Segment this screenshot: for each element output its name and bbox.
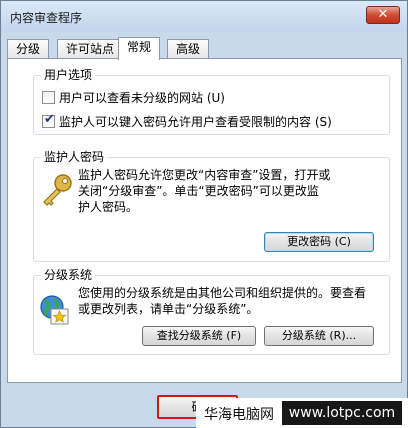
window-title: 内容审查程序 bbox=[10, 11, 83, 25]
supervisor-override-label: 监护人可以键入密码允许用户查看受限制的内容 (S) bbox=[59, 115, 332, 129]
close-icon: ✕ bbox=[377, 7, 389, 22]
tab-ratings[interactable]: 分级 bbox=[7, 39, 50, 59]
rating-systems-button[interactable]: 分级系统 (R)... bbox=[264, 326, 374, 346]
unrated-sites-checkbox[interactable] bbox=[42, 91, 55, 104]
find-rating-systems-button[interactable]: 查找分级系统 (F) bbox=[142, 326, 256, 346]
supervisor-password-group: 监护人密码 监护人密码允许您更改“内容审查”设置，打开或 关闭“分级审查”。单击… bbox=[33, 148, 390, 262]
globe-certificate-icon bbox=[40, 295, 69, 325]
supervisor-password-title: 监护人密码 bbox=[41, 148, 108, 165]
tab-advanced[interactable]: 高级 bbox=[167, 39, 210, 59]
rating-systems-group: 分级系统 您使用的分级系统是由其他公司和组织提供的。要查看 或更改列表，请单击“… bbox=[33, 266, 390, 355]
unrated-sites-checkbox-row[interactable]: 用户可以查看未分级的网站 (U) bbox=[42, 89, 225, 105]
close-button[interactable]: ✕ bbox=[366, 6, 400, 24]
user-options-group: 用户选项 用户可以查看未分级的网站 (U) ✔ 监护人可以键入密码允许用户查看受限… bbox=[33, 66, 390, 135]
checkmark-icon: ✔ bbox=[44, 112, 55, 127]
supervisor-password-description-line-3: 护人密码。 bbox=[78, 200, 139, 214]
unrated-sites-label: 用户可以查看未分级的网站 (U) bbox=[59, 91, 225, 105]
content-advisor-dialog: 内容审查程序 ✕ 分级 许可站点 常规 高级 用户选项 用户可以查看未分级的网站… bbox=[0, 0, 408, 428]
change-password-button[interactable]: 更改密码 (C) bbox=[264, 232, 374, 252]
user-options-title: 用户选项 bbox=[41, 66, 96, 83]
supervisor-override-checkbox-row[interactable]: ✔ 监护人可以键入密码允许用户查看受限制的内容 (S) bbox=[42, 112, 332, 129]
rating-systems-title: 分级系统 bbox=[41, 266, 96, 283]
supervisor-password-description-line-2: 关闭“分级审查”。单击“更改密码”可以更改监 bbox=[78, 184, 319, 198]
title-bar: 内容审查程序 ✕ bbox=[1, 1, 407, 31]
key-icon bbox=[43, 174, 72, 206]
watermark-url: www.lotpc.com bbox=[282, 401, 402, 425]
rating-systems-description-line-1: 您使用的分级系统是由其他公司和组织提供的。要查看 bbox=[78, 286, 367, 300]
rating-systems-description-line-2: 或更改列表，请单击“分级系统”。 bbox=[78, 302, 259, 316]
supervisor-override-checkbox[interactable]: ✔ bbox=[42, 112, 55, 128]
tab-general[interactable]: 常规 bbox=[118, 37, 161, 60]
general-tab-panel: 用户选项 用户可以查看未分级的网站 (U) ✔ 监护人可以键入密码允许用户查看受限… bbox=[7, 58, 402, 383]
tab-strip: 分级 许可站点 常规 高级 bbox=[1, 37, 407, 60]
supervisor-password-description-line-1: 监护人密码允许您更改“内容审查”设置，打开或 bbox=[78, 168, 331, 182]
rating-systems-description: 您使用的分级系统是由其他公司和组织提供的。要查看 或更改列表，请单击“分级系统”… bbox=[78, 285, 366, 317]
watermark: 华海电脑网 www.lotpc.com bbox=[196, 398, 408, 428]
tab-approved-sites[interactable]: 许可站点 bbox=[57, 39, 124, 59]
watermark-text: 华海电脑网 bbox=[204, 407, 274, 423]
supervisor-password-description: 监护人密码允许您更改“内容审查”设置，打开或 关闭“分级审查”。单击“更改密码”… bbox=[78, 167, 330, 215]
